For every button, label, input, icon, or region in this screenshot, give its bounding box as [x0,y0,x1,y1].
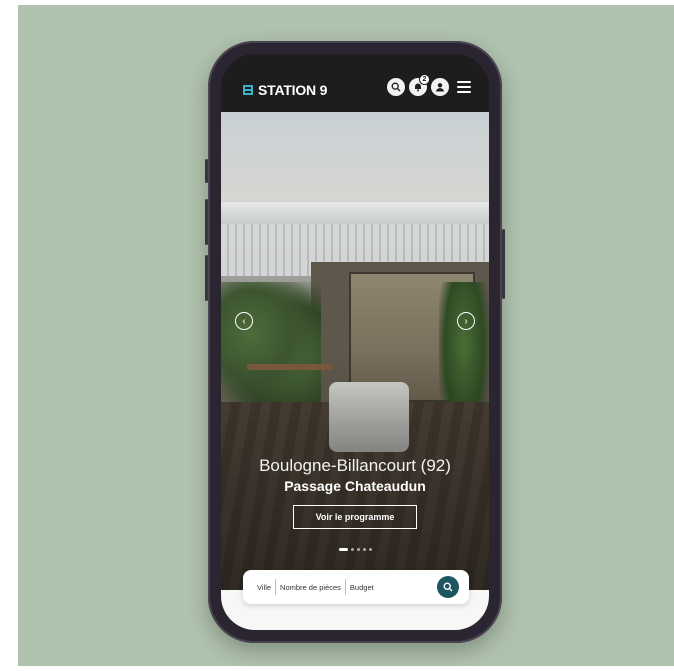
user-account-icon[interactable] [431,78,449,96]
carousel-dot-1[interactable] [338,548,348,551]
chevron-right-icon: › [464,315,468,327]
phone-frame: STATION 9 2 ‹ › Boulogne-Billancourt (92… [205,41,505,643]
header-actions: 2 [387,74,471,96]
rooms-filter[interactable]: Nombre de pièces [276,583,345,592]
chevron-left-icon: ‹ [242,315,246,327]
carousel-dot-4[interactable] [362,548,366,551]
notification-bell-icon[interactable]: 2 [409,74,430,96]
view-program-button[interactable]: Voir le programme [293,505,417,529]
logo-icon [243,85,253,95]
station9-logo[interactable]: STATION 9 [243,82,327,98]
phone-screen: STATION 9 2 ‹ › Boulogne-Billancourt (92… [221,54,489,630]
search-submit-button[interactable] [437,576,459,598]
search-icon[interactable] [387,78,405,96]
phone-volume-down [205,255,208,301]
logo-text: STATION 9 [258,82,328,98]
carousel-next-button[interactable]: › [457,312,475,330]
property-search-bar: Ville Nombre de pièces Budget [243,570,469,604]
notification-badge: 2 [419,74,430,85]
budget-filter[interactable]: Budget [346,583,378,592]
hamburger-menu-icon[interactable] [457,81,471,93]
search-icon [443,582,453,592]
phone-volume-up [205,199,208,245]
phone-silent-switch [205,159,208,183]
carousel-prev-button[interactable]: ‹ [235,312,253,330]
city-filter[interactable]: Ville [253,583,275,592]
program-city: Boulogne-Billancourt (92) [259,456,451,475]
program-name: Passage Chateaudun [284,478,426,494]
carousel-dot-5[interactable] [368,548,372,551]
carousel-indicators [221,548,489,551]
carousel-dot-3[interactable] [356,548,360,551]
phone-power-button [502,229,505,299]
app-header: STATION 9 2 [221,54,489,112]
carousel-dot-2[interactable] [350,548,354,551]
hero-carousel: ‹ › Boulogne-Billancourt (92) Passage Ch… [221,112,489,590]
